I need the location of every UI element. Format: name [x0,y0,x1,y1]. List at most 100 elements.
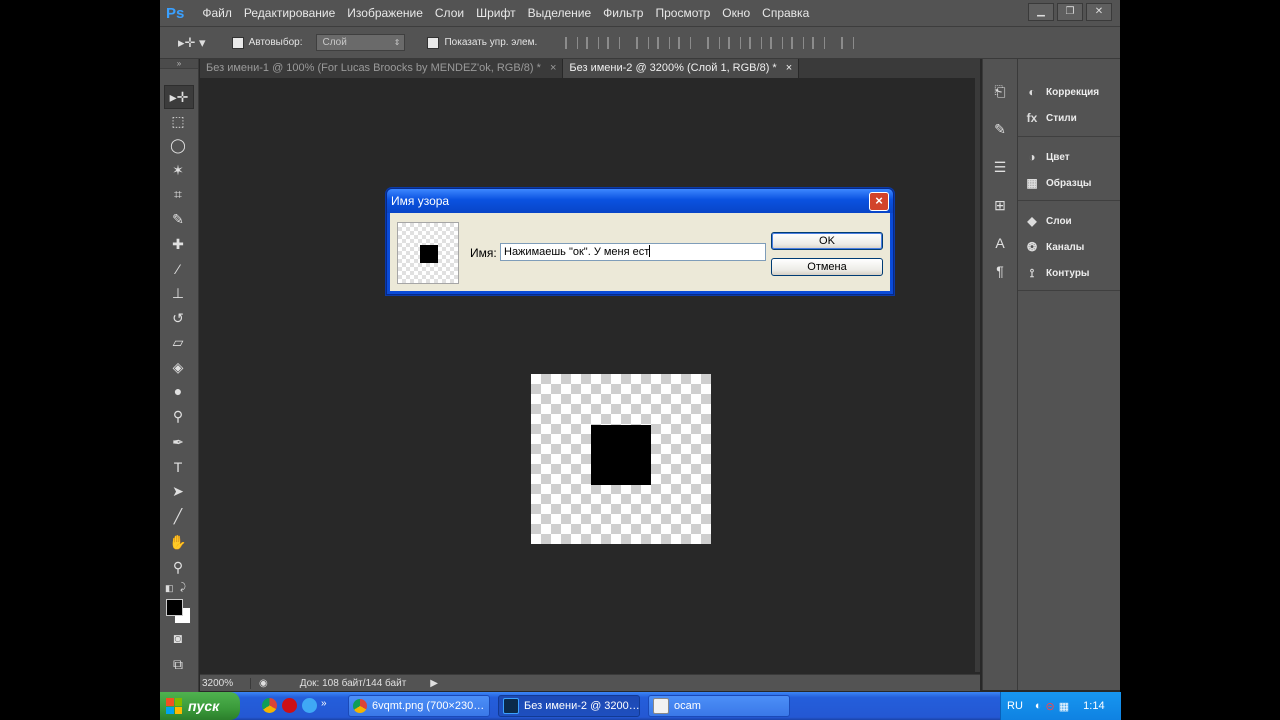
brush-tool[interactable]: ⁄ [164,258,192,280]
document-canvas[interactable] [531,374,711,544]
menu-type[interactable]: Шрифт [470,6,521,20]
magic-wand-tool[interactable]: ✶ [164,159,192,181]
menu-window[interactable]: Окно [716,6,756,20]
panel-paths[interactable]: ⟟ Контуры [1024,263,1090,283]
distribute-top-icon[interactable] [707,36,721,49]
screen-mode-button[interactable]: ⧉ [164,653,192,675]
taskbar-item-photoshop[interactable]: Без имени-2 @ 3200… [498,695,640,717]
pen-tool[interactable]: ✒ [164,431,192,453]
path-selection-tool[interactable]: ➤ [164,480,192,502]
cancel-button[interactable]: Отмена [771,258,883,276]
opera-quicklaunch-icon[interactable] [282,698,297,713]
character-panel-icon[interactable]: A [989,233,1011,253]
canvas-area[interactable] [200,78,975,672]
status-share-icon[interactable]: ◉ [259,678,268,689]
menu-filter[interactable]: Фильтр [597,6,649,20]
type-tool[interactable]: T [164,456,192,478]
clock[interactable]: 1:14 [1083,700,1104,712]
paths-icon: ⟟ [1029,265,1035,280]
paint-bucket-tool[interactable]: ◈ [164,356,192,378]
status-menu-arrow-icon[interactable]: ▶ [430,678,438,689]
foreground-color-swatch[interactable] [166,599,183,616]
quick-mask-button[interactable]: ◙ [164,627,192,649]
history-panel-icon[interactable]: ⎗ [989,81,1011,101]
minimize-button[interactable]: ▁ [1028,3,1054,21]
clone-source-icon[interactable]: ⊞ [989,195,1011,215]
brush-presets-icon[interactable]: ☰ [989,157,1011,177]
pattern-name-input[interactable]: Нажимаешь "ок". У меня ест [500,243,766,261]
align-top-icon[interactable] [565,36,579,49]
align-left-icon[interactable] [636,36,650,49]
zoom-tool[interactable]: ⚲ [164,556,192,578]
menu-help[interactable]: Справка [756,6,815,20]
restore-button[interactable]: ❐ [1057,3,1083,21]
default-colors-icon[interactable]: ◧ [165,583,174,594]
language-indicator[interactable]: RU [1007,700,1023,712]
tab-close-icon[interactable]: × [550,62,556,74]
crop-tool[interactable]: ⌗ [164,183,192,205]
swap-colors-icon[interactable]: ⤸ [180,582,186,593]
line-tool[interactable]: ╱ [164,505,192,527]
autoselect-checkbox[interactable] [231,36,244,49]
autoselect-dropdown[interactable]: Слой ⇕ [316,34,406,51]
vertical-scrollbar[interactable] [975,78,980,672]
dialog-body: Имя: Нажимаешь "ок". У меня ест OK Отмен… [390,213,890,291]
distribute-bottom-icon[interactable] [749,36,763,49]
align-hcenter-icon[interactable] [657,36,671,49]
panel-color[interactable]: ◑ Цвет [1024,147,1069,167]
menu-select[interactable]: Выделение [522,6,598,20]
marquee-icon: ⬚ [171,112,185,129]
start-button[interactable]: пуск [160,692,240,720]
align-right-icon[interactable] [678,36,692,49]
panel-channels[interactable]: ❂ Каналы [1024,237,1084,257]
dialog-titlebar[interactable]: Имя узора [387,189,893,213]
show-controls-checkbox[interactable] [427,36,440,49]
brush-panel-icon[interactable]: ✎ [989,119,1011,139]
eraser-tool[interactable]: ▱ [164,331,192,353]
close-window-button[interactable]: ✕ [1086,3,1112,21]
zoom-level[interactable]: 3200% [200,677,251,689]
quicklaunch-more-icon[interactable]: » [321,698,327,709]
tab-close-icon[interactable]: × [786,62,792,74]
healing-brush-tool[interactable]: ✚ [164,233,192,255]
move-tool-preset-icon[interactable]: ▸✛ ▾ [178,35,206,51]
lasso-tool[interactable]: ◯ [164,134,192,156]
dialog-close-button[interactable]: × [869,192,889,211]
tab-document-1[interactable]: Без имени-1 @ 100% (For Lucas Broocks by… [200,59,564,78]
distribute-left-icon[interactable] [770,36,784,49]
distribute-right-icon[interactable] [812,36,826,49]
panel-grip[interactable]: » [160,59,198,69]
ie-quicklaunch-icon[interactable] [302,698,317,713]
history-brush-tool[interactable]: ↺ [164,307,192,329]
panel-swatches[interactable]: ▦ Образцы [1024,173,1091,193]
taskbar-item-ocam[interactable]: ocam [648,695,790,717]
align-vcenter-icon[interactable] [586,36,600,49]
clone-stamp-tool[interactable]: ⊥ [164,282,192,304]
taskbar-item-chrome[interactable]: 6vqmt.png (700×230… [348,695,490,717]
menu-image[interactable]: Изображение [341,6,429,20]
volume-tray-icon[interactable]: ▦ [1059,700,1069,713]
paragraph-panel-icon[interactable]: ¶ [989,261,1011,281]
menu-view[interactable]: Просмотр [649,6,716,20]
panel-styles[interactable]: fx Стили [1024,108,1077,128]
distribute-vcenter-icon[interactable] [728,36,742,49]
move-tool[interactable]: ▸✛ [164,85,194,109]
distribute-hcenter-icon[interactable] [791,36,805,49]
hand-tool[interactable]: ✋ [164,531,192,553]
panel-adjustments[interactable]: ◐ Коррекция [1024,82,1099,102]
eyedropper-tool[interactable]: ✎ [164,208,192,230]
blur-tool[interactable]: ● [164,380,192,402]
ok-button[interactable]: OK [771,232,883,250]
dodge-tool[interactable]: ⚲ [164,405,192,427]
menu-edit[interactable]: Редактирование [238,6,341,20]
chrome-quicklaunch-icon[interactable] [262,698,277,713]
marquee-tool[interactable]: ⬚ [164,110,192,132]
network-tray-icon[interactable]: ◐ [1035,700,1042,712]
menu-layer[interactable]: Слои [429,6,470,20]
tab-document-2[interactable]: Без имени-2 @ 3200% (Слой 1, RGB/8) * × [563,59,800,78]
align-bottom-icon[interactable] [607,36,621,49]
panel-layers[interactable]: ◆ Слои [1024,211,1071,231]
antivirus-tray-icon[interactable]: ⊝ [1046,700,1055,713]
menu-file[interactable]: Файл [196,6,238,20]
auto-align-icon[interactable] [841,36,855,49]
